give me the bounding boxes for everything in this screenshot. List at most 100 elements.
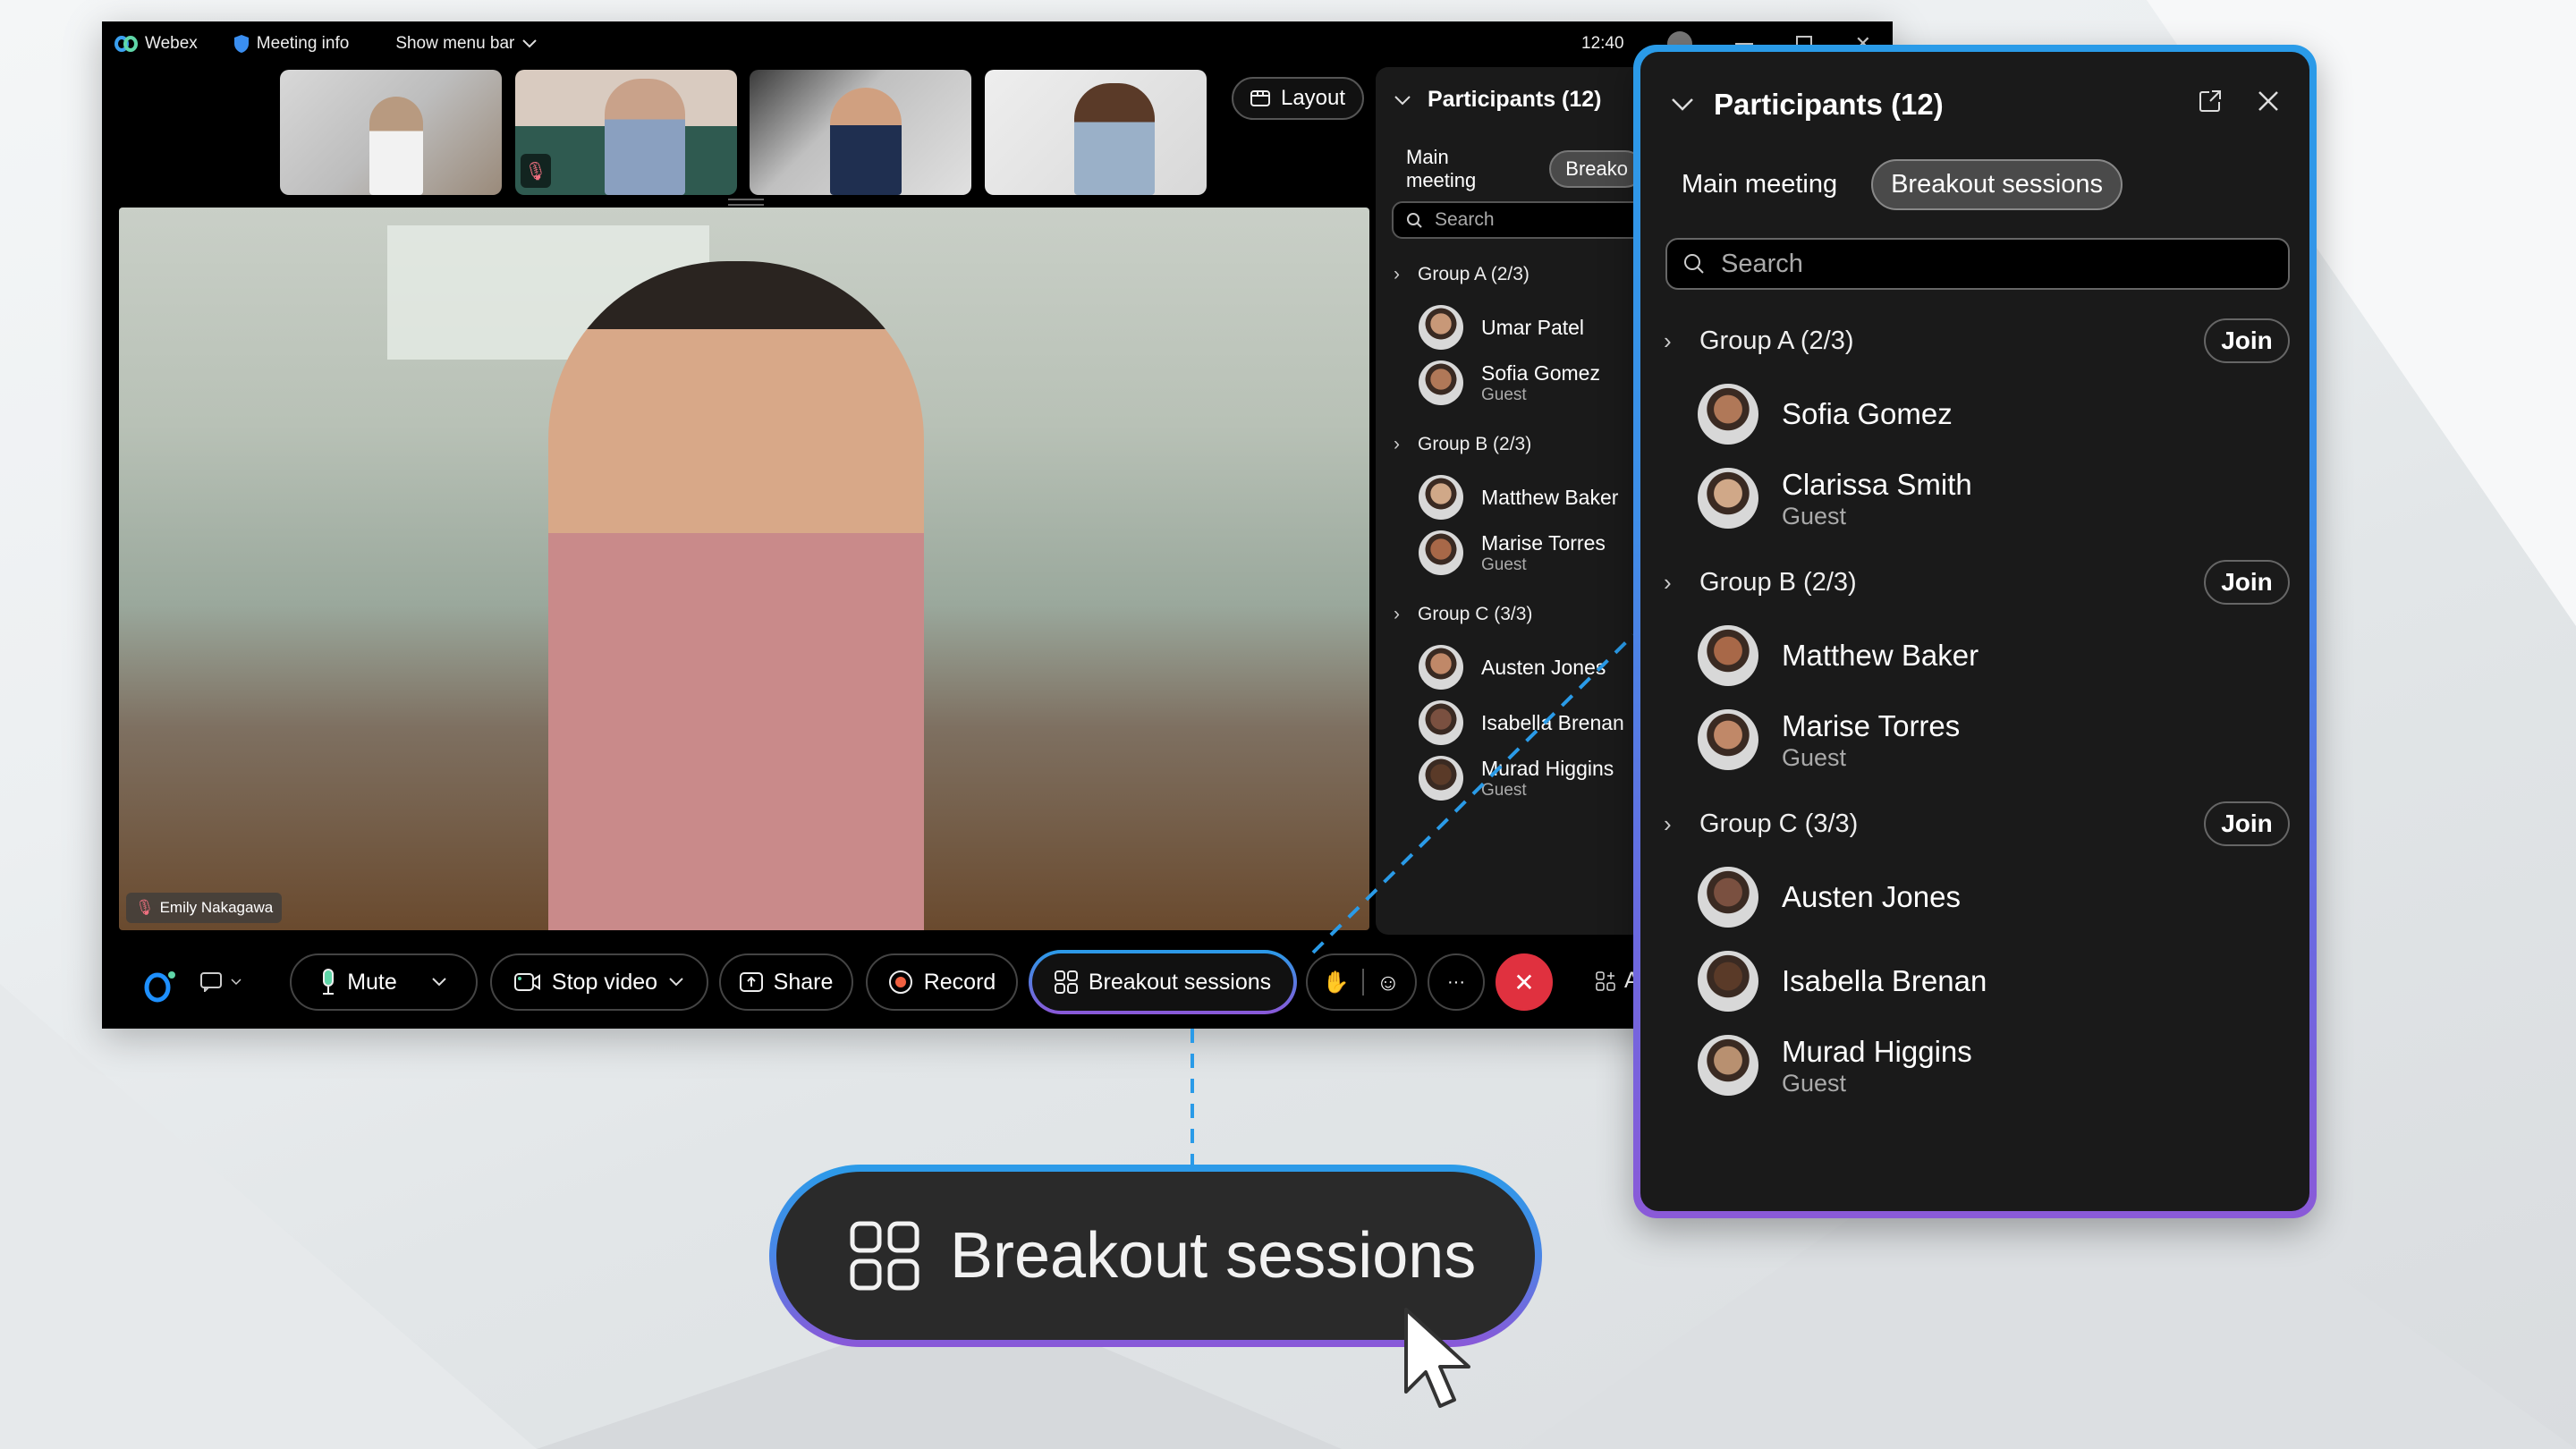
webex-app[interactable]: Webex — [114, 34, 198, 54]
participant-list-item[interactable]: Isabella Brenan — [1394, 695, 1644, 750]
participant-list-item[interactable]: Matthew Baker — [1394, 470, 1644, 525]
participant-list-item[interactable]: Marise Torres Guest — [1664, 698, 2290, 782]
participant-list-item[interactable]: Murad Higgins Guest — [1394, 750, 1644, 806]
close-icon[interactable] — [2258, 90, 2279, 112]
participant-figure — [830, 88, 902, 195]
muted-mic-icon: 🎙 — [135, 899, 155, 916]
breakout-group-header[interactable]: › Group A (2/3) — [1394, 250, 1644, 300]
breakout-group-header[interactable]: › Group C (3/3) Join — [1664, 792, 2290, 855]
tab-breakout-sessions[interactable]: Breako — [1549, 150, 1644, 188]
meeting-info-label: Meeting info — [256, 34, 350, 53]
join-button[interactable]: Join — [2204, 560, 2290, 605]
video-thumbnail[interactable] — [750, 70, 971, 195]
chevron-right-icon: › — [1664, 326, 1672, 354]
tab-main-meeting[interactable]: Main meeting — [1682, 170, 1837, 199]
group-label: Group C (3/3) — [1699, 809, 1859, 838]
breakout-sessions-button[interactable]: Breakout sessions — [1029, 950, 1297, 1014]
divider — [1361, 969, 1364, 996]
participant-name: Sofia Gomez — [1481, 361, 1600, 385]
participant-list-item[interactable]: Clarissa Smith Guest — [1664, 456, 2290, 540]
avatar — [1419, 700, 1463, 745]
chevron-down-icon[interactable] — [1671, 97, 1694, 112]
mute-button[interactable]: Mute — [290, 953, 478, 1011]
join-button[interactable]: Join — [2204, 318, 2290, 363]
webex-logo-icon — [114, 36, 138, 52]
participant-name: Marise Torres — [1481, 531, 1606, 555]
speaker-name: Emily Nakagawa — [159, 899, 274, 916]
chevron-down-icon[interactable] — [668, 977, 684, 987]
tab-main-meeting[interactable]: Main meeting — [1406, 146, 1522, 192]
participant-name: Murad Higgins — [1782, 1034, 1972, 1068]
participant-list-item[interactable]: Austen Jones — [1394, 640, 1644, 695]
participant-name: Isabella Brenan — [1481, 711, 1624, 734]
participant-role: Guest — [1782, 743, 1847, 771]
closed-captions-icon — [200, 972, 222, 992]
join-button[interactable]: Join — [2204, 801, 2290, 846]
chevron-right-icon: › — [1394, 434, 1400, 454]
avatar — [1698, 1035, 1758, 1096]
chevron-down-icon[interactable] — [1394, 95, 1411, 106]
participant-name: Clarissa Smith — [1782, 467, 1972, 501]
chevron-right-icon: › — [1394, 604, 1400, 624]
avatar — [1419, 305, 1463, 350]
more-options-button[interactable]: ··· — [1428, 953, 1485, 1011]
video-thumbnail[interactable] — [985, 70, 1207, 195]
layout-button[interactable]: Layout — [1232, 77, 1364, 120]
raise-hand-icon[interactable]: ✋ — [1323, 970, 1350, 996]
avatar — [1419, 475, 1463, 520]
pop-out-icon[interactable] — [2199, 89, 2222, 113]
avatar — [1698, 625, 1758, 686]
meeting-info-button[interactable]: Meeting info — [233, 34, 350, 54]
app-name: Webex — [145, 34, 198, 53]
participant-name: Sofia Gomez — [1782, 397, 1953, 430]
participant-name: Marise Torres — [1782, 708, 1961, 742]
participant-list-item[interactable]: Umar Patel — [1394, 300, 1644, 355]
record-label: Record — [923, 969, 996, 995]
show-menu-bar-button[interactable]: Show menu bar — [395, 34, 538, 54]
resize-handle[interactable] — [728, 199, 764, 206]
breakout-group-list: › Group A (2/3) Join Sofia Gomez Clarissa Sm… — [1664, 309, 2290, 1118]
share-button[interactable]: Share — [719, 953, 853, 1011]
participant-list-item[interactable]: Matthew Baker — [1664, 614, 2290, 698]
participant-role: Guest — [1782, 502, 1847, 530]
participant-list-item[interactable]: Murad Higgins Guest — [1664, 1023, 2290, 1107]
search-placeholder: Search — [1435, 209, 1495, 230]
end-call-button[interactable]: ✕ — [1496, 953, 1553, 1011]
participants-panel-popout: Participants (12) Main meeting Breakout … — [1633, 45, 2317, 1218]
closed-captions-button[interactable] — [200, 972, 242, 992]
record-button[interactable]: Record — [866, 953, 1018, 1011]
participant-name: Austen Jones — [1481, 656, 1606, 679]
search-input[interactable]: Search — [1392, 201, 1644, 239]
participant-list-item[interactable]: Marise Torres Guest — [1394, 525, 1644, 580]
main-video[interactable]: 🎙 Emily Nakagawa — [119, 208, 1369, 930]
breakout-grid-icon — [850, 1221, 919, 1291]
panel-title: Participants (12) — [1428, 87, 1602, 112]
video-thumbnail[interactable]: 🎙 — [515, 70, 737, 195]
search-input[interactable]: Search — [1665, 238, 2290, 290]
participant-list-item[interactable]: Sofia Gomez — [1664, 372, 2290, 456]
clock: 12:40 — [1581, 34, 1624, 53]
webex-assistant-icon[interactable] — [141, 968, 181, 1004]
avatar — [1419, 756, 1463, 801]
avatar — [1698, 709, 1758, 770]
reactions-icon[interactable]: ☺ — [1377, 969, 1401, 996]
avatar — [1698, 384, 1758, 445]
video-thumbnail[interactable] — [280, 70, 502, 195]
tab-breakout-sessions[interactable]: Breakout sessions — [1871, 159, 2123, 210]
participant-list-item[interactable]: Austen Jones — [1664, 855, 2290, 939]
participant-name: Matthew Baker — [1782, 639, 1979, 672]
more-options-icon: ··· — [1447, 971, 1465, 992]
participant-list-item[interactable]: Sofia Gomez Guest — [1394, 355, 1644, 411]
breakout-group-header[interactable]: › Group B (2/3) — [1394, 419, 1644, 470]
avatar — [1698, 951, 1758, 1012]
stop-video-label: Stop video — [551, 969, 658, 995]
stop-video-button[interactable]: Stop video — [490, 953, 708, 1011]
participant-figure — [1074, 83, 1155, 195]
breakout-group-header[interactable]: › Group B (2/3) Join — [1664, 551, 2290, 614]
chevron-down-icon[interactable] — [431, 977, 447, 987]
breakout-group-header[interactable]: › Group C (3/3) — [1394, 589, 1644, 640]
participant-list-item[interactable]: Isabella Brenan — [1664, 939, 2290, 1023]
breakout-group-header[interactable]: › Group A (2/3) Join — [1664, 309, 2290, 372]
